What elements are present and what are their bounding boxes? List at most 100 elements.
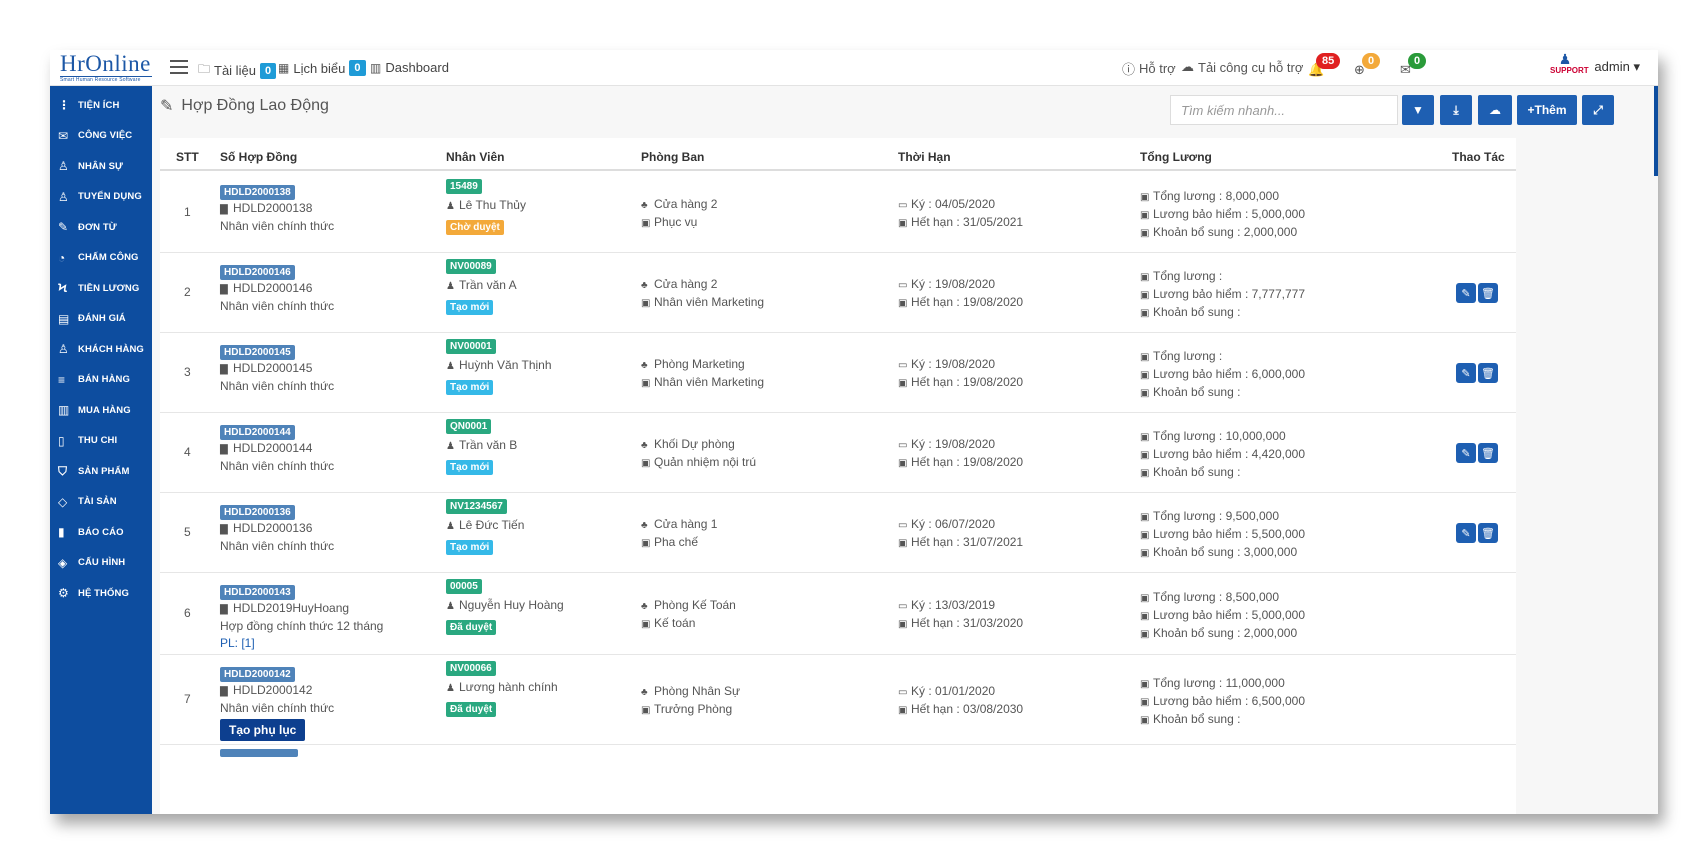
sidebar-item[interactable]: ⋮ Tiện ích <box>50 90 152 121</box>
sidebar-item[interactable]: ♙ Tuyển dụng <box>50 182 152 213</box>
sidebar-item[interactable]: ◈ Cấu hình <box>50 548 152 579</box>
expiry-date: Hết hạn : 31/03/2020 <box>911 616 1024 630</box>
help-link[interactable]: ⓘ Hỗ trợ <box>1122 59 1176 78</box>
sidebar-item[interactable]: ▯ Thu chi <box>50 426 152 457</box>
edit-button[interactable]: ✎ <box>1456 283 1476 303</box>
documents-count-badge: 0 <box>259 62 277 79</box>
table-row: 2 HDLD2000146 ▇ HDLD2000146 Nhân viên chính … <box>160 253 1516 333</box>
sidebar-item[interactable]: ≡ Bán hàng <box>50 365 152 396</box>
sidebar-item[interactable]: ⚙ Hệ thống <box>50 578 152 609</box>
cloud-icon: ☁ <box>1181 59 1194 74</box>
user-icon: ♟ <box>446 521 455 532</box>
contract-doc[interactable]: HDLD2019HuyHoang <box>233 601 349 615</box>
sidebar-item[interactable]: ◇ Tài sản <box>50 487 152 518</box>
appendix-link[interactable]: PL: [1] <box>220 635 383 652</box>
sidebar-item[interactable]: ϟ Tiền lương <box>50 273 152 304</box>
contract-doc[interactable]: HDLD2000144 <box>233 441 312 455</box>
id-card-icon: ▣ <box>641 218 651 229</box>
contract-code-badge[interactable]: HDLD2000138 <box>220 185 295 200</box>
employee-id-badge[interactable]: QN0001 <box>446 419 492 434</box>
hamburger-menu-icon[interactable] <box>170 60 188 74</box>
file-icon: ▇ <box>220 604 228 615</box>
edit-button[interactable]: ✎ <box>1456 523 1476 543</box>
contract-code-badge[interactable]: HDLD2000142 <box>220 667 295 682</box>
contract-code-badge[interactable]: HDLD2000143 <box>220 585 295 600</box>
employee-id-badge[interactable]: NV00089 <box>446 259 496 274</box>
download-tool-link[interactable]: ☁ Tải công cụ hỗ trợ <box>1181 59 1303 75</box>
nav-dashboard[interactable]: ▥ Dashboard <box>370 60 449 75</box>
delete-button[interactable]: 🗑 <box>1478 363 1498 383</box>
contract-code-badge[interactable]: HDLD2000144 <box>220 425 295 440</box>
table-row: 5 HDLD2000136 ▇ HDLD2000136 Nhân viên chính … <box>160 493 1516 573</box>
folder-icon: 🗀 <box>198 62 211 76</box>
user-icon: ♟ <box>446 601 455 612</box>
upload-button[interactable]: ☁ <box>1478 95 1512 125</box>
id-card-icon: ▣ <box>641 619 651 630</box>
calendar-x-icon: ▣ <box>898 298 908 309</box>
employee-id-badge[interactable]: NV00066 <box>446 661 496 676</box>
top-bar: HrOnline Smart Human Resource Software 🗀… <box>50 50 1658 86</box>
calendar-x-icon: ▣ <box>898 458 908 469</box>
main-content: ✎ Hợp Đồng Lao Động Tìm kiếm nhanh... ▼ … <box>152 86 1658 814</box>
caret-down-icon: ▾ <box>1633 59 1640 74</box>
nav-documents[interactable]: 🗀 Tài liệu 0 <box>198 60 277 81</box>
delete-button[interactable]: 🗑 <box>1478 523 1498 543</box>
trash-icon: 🗑 <box>1481 287 1495 300</box>
sidebar-item[interactable]: ◔ Chấm công <box>50 243 152 274</box>
money-icon: ▣ <box>1140 593 1150 604</box>
user-icon: ♟ <box>446 683 455 694</box>
create-appendix-button[interactable]: Tạo phụ lục <box>220 719 306 741</box>
contract-doc[interactable]: HDLD2000142 <box>233 683 312 697</box>
contract-type: Nhân viên chính thức <box>220 539 335 553</box>
pencil-icon: ✎ <box>1461 447 1471 460</box>
export-button[interactable]: ⤓ <box>1440 95 1472 125</box>
delete-button[interactable]: 🗑 <box>1478 283 1498 303</box>
employee-id-badge[interactable]: NV1234567 <box>446 499 507 514</box>
nav-calendar[interactable]: ▦ Lịch biểu 0 <box>278 60 366 76</box>
sidebar-item[interactable]: ♙ Khách hàng <box>50 334 152 365</box>
contract-code-badge[interactable]: HDLD2000146 <box>220 265 295 280</box>
status-badge: Tạo mới <box>446 300 494 315</box>
fullscreen-button[interactable]: ⤢ <box>1582 95 1614 125</box>
employee-id-badge[interactable]: 00005 <box>446 579 482 594</box>
sidebar-item[interactable]: ✉ Công việc <box>50 121 152 152</box>
add-button[interactable]: + Thêm <box>1517 95 1577 125</box>
status-badge: Tạo mới <box>446 460 494 475</box>
row-index: 7 <box>184 692 191 706</box>
expiry-date: Hết hạn : 03/08/2030 <box>911 702 1024 716</box>
department-name: Cửa hàng 2 <box>654 197 718 211</box>
employee-id-badge[interactable]: 15489 <box>446 179 482 194</box>
filter-button[interactable]: ▼ <box>1402 95 1434 125</box>
scrollbar[interactable] <box>1654 86 1658 176</box>
contract-code-badge[interactable]: HDLD2000136 <box>220 505 295 520</box>
contract-doc[interactable]: HDLD2000138 <box>233 201 312 215</box>
sitemap-icon: ♣ <box>641 601 648 612</box>
sidebar-item[interactable]: ✎ Đơn từ <box>50 212 152 243</box>
edit-button[interactable]: ✎ <box>1456 363 1476 383</box>
file-icon: ▇ <box>220 284 228 295</box>
money-icon: ▣ <box>1140 388 1150 399</box>
sidebar-item[interactable]: ♙ Nhân sự <box>50 151 152 182</box>
search-input[interactable]: Tìm kiếm nhanh... <box>1170 95 1398 125</box>
sidebar-item[interactable]: ▤ Đánh giá <box>50 304 152 335</box>
user-menu[interactable]: admin ▾ <box>1594 59 1640 75</box>
trash-icon: 🗑 <box>1481 447 1495 460</box>
delete-button[interactable]: 🗑 <box>1478 443 1498 463</box>
contract-doc[interactable]: HDLD2000136 <box>233 521 312 535</box>
sidebar-item[interactable]: ▥ Mua hàng <box>50 395 152 426</box>
total-salary: Tổng lương : 8,500,000 <box>1153 590 1279 604</box>
sidebar-item[interactable]: ▮ Báo cáo <box>50 517 152 548</box>
contract-doc[interactable]: HDLD2000146 <box>233 281 312 295</box>
trash-icon: 🗑 <box>1481 527 1495 540</box>
sidebar-item[interactable]: ⛉ Sản phẩm <box>50 456 152 487</box>
table-row: 6 HDLD2000143 ▇ HDLD2019HuyHoang Hợp đồng ch… <box>160 573 1516 655</box>
calendar-icon: ▭ <box>898 440 908 451</box>
sign-date: Ký : 13/03/2019 <box>911 598 996 612</box>
col-salary: Tổng Lương <box>1140 150 1212 164</box>
contract-doc[interactable]: HDLD2000145 <box>233 361 312 375</box>
edit-button[interactable]: ✎ <box>1456 443 1476 463</box>
sidebar-item-label: Báo cáo <box>78 526 124 538</box>
employee-id-badge[interactable]: NV00001 <box>446 339 496 354</box>
app-logo[interactable]: HrOnline Smart Human Resource Software <box>60 52 152 83</box>
contract-code-badge[interactable]: HDLD2000145 <box>220 345 295 360</box>
